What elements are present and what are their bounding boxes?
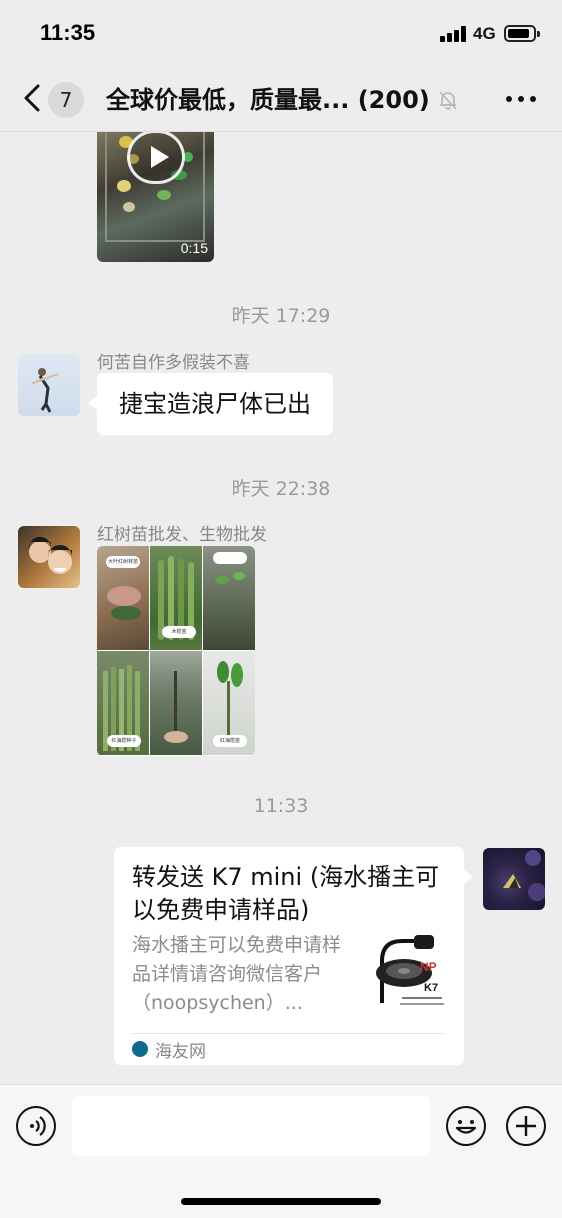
- message-input[interactable]: [72, 1096, 430, 1156]
- back-chevron-icon[interactable]: [20, 80, 44, 116]
- message-list[interactable]: 0:15 昨天 17:29 何苦自作多假装不喜 捷宝造浪尸体已出 昨天 22:3…: [0, 132, 562, 1084]
- link-description: 海水播主可以免费申请样品详情请咨询微信客户（noopsychen）...: [132, 934, 342, 1014]
- sender-name: 红树苗批发、生物批发: [97, 525, 267, 545]
- link-title: 转发送 K7 mini (海水播主可以免费申请样品): [132, 863, 440, 924]
- signal-icon: [440, 26, 468, 42]
- message-timestamp: 昨天 17:29: [231, 305, 331, 327]
- battery-icon: [504, 25, 540, 42]
- link-card-message[interactable]: 转发送 K7 mini (海水播主可以免费申请样品) 海水播主可以免费申请样品详…: [114, 847, 473, 1065]
- photo-tag: [213, 552, 247, 564]
- brand-logo-text: NP: [420, 960, 437, 974]
- divider: [132, 1033, 446, 1034]
- more-dots-icon[interactable]: [504, 94, 538, 104]
- photo-tag: 木榄苗: [162, 626, 196, 638]
- message-timestamp: 11:33: [253, 795, 309, 817]
- network-label: 4G: [473, 24, 496, 43]
- avatar[interactable]: [483, 848, 545, 910]
- message-timestamp: 昨天 22:38: [231, 478, 331, 500]
- model-logo-text: K7: [424, 982, 438, 994]
- video-message[interactable]: 0:15: [97, 132, 214, 262]
- link-thumbnail: NP K7: [370, 931, 448, 1011]
- status-bar: 11:35 4G: [0, 0, 562, 68]
- video-duration: 0:15: [180, 240, 208, 256]
- plus-icon[interactable]: [506, 1106, 546, 1146]
- status-time: 11:35: [40, 20, 96, 45]
- source-logo-icon: [132, 1041, 148, 1057]
- unread-count-badge[interactable]: 7: [48, 82, 84, 118]
- photo-tag: 红海榄苗: [213, 735, 247, 747]
- mute-bell-icon: [437, 89, 459, 111]
- photo-tag: 大叶红树林苗: [106, 556, 140, 568]
- chat-title: 全球价最低，质量最... (200): [106, 86, 430, 114]
- image-message[interactable]: 大叶红树林苗 木榄苗 红海榄种子 红海榄苗: [97, 546, 255, 756]
- play-icon[interactable]: [127, 132, 185, 184]
- chat-header: 7 全球价最低，质量最... (200): [0, 68, 562, 132]
- avatar[interactable]: [18, 526, 80, 588]
- home-indicator[interactable]: [181, 1198, 381, 1205]
- sender-name: 何苦自作多假装不喜: [97, 353, 250, 373]
- text-message-bubble[interactable]: 捷宝造浪尸体已出: [88, 373, 333, 435]
- emoji-icon[interactable]: [446, 1106, 486, 1146]
- link-source: 海友网: [155, 1042, 206, 1062]
- avatar[interactable]: [18, 354, 80, 416]
- voice-icon[interactable]: [16, 1106, 56, 1146]
- photo-tag: 红海榄种子: [107, 735, 141, 747]
